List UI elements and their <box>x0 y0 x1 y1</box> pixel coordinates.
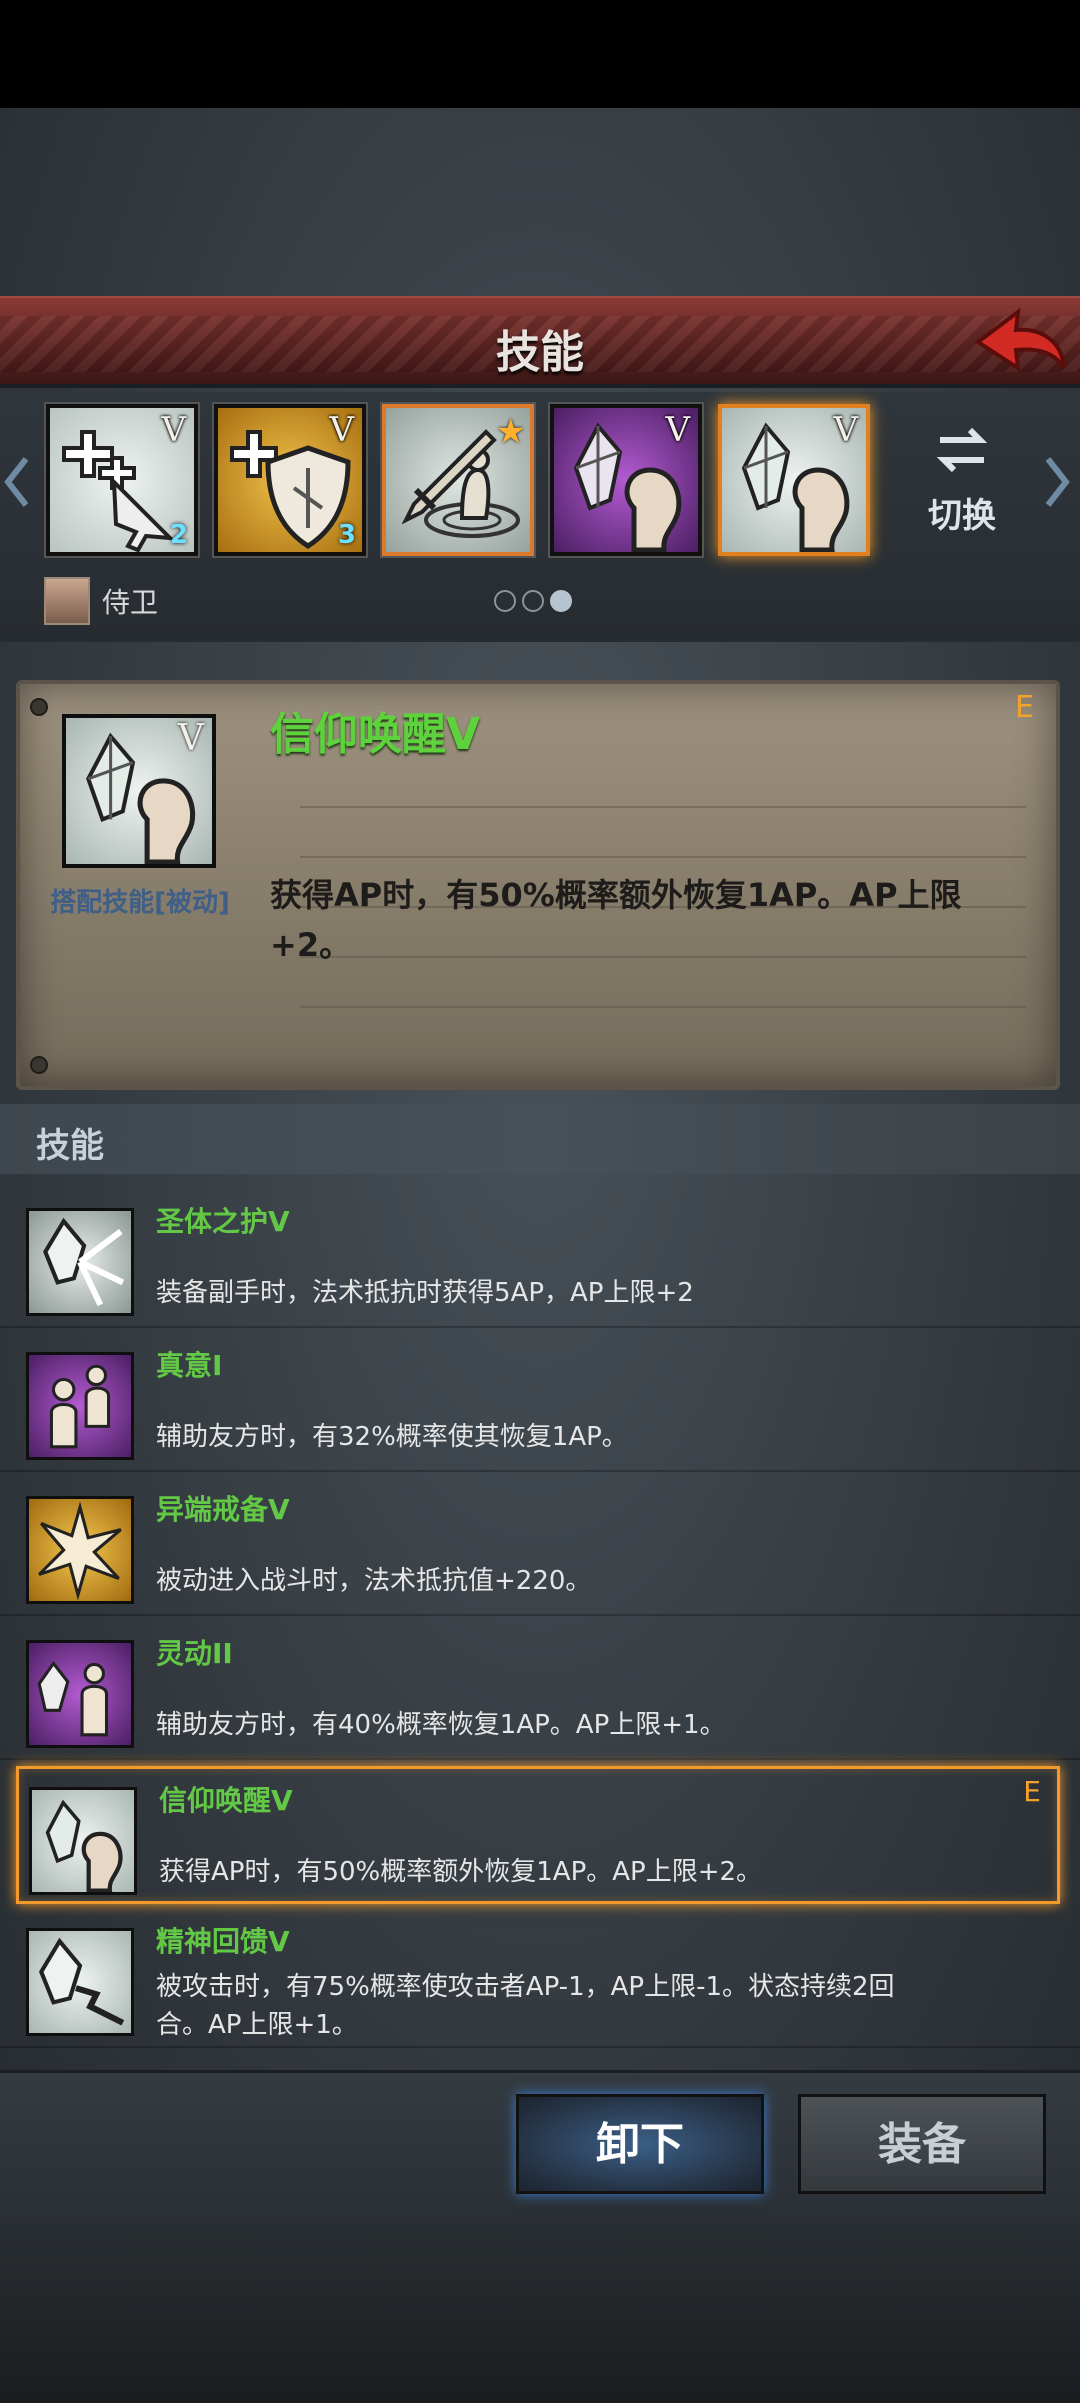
title-bar: 技能 <box>0 296 1080 388</box>
slot-tier: V <box>833 410 858 450</box>
skill-name: 圣体之护V <box>156 1205 290 1238</box>
star-icon: ★ <box>495 412 526 452</box>
skill-slot-5[interactable]: V <box>718 404 870 556</box>
skill-list[interactable]: 圣体之护V 装备副手时，法术抵抗时获得5AP，AP上限+2 真意I 辅助友方时，… <box>0 1190 1080 2050</box>
list-item[interactable]: 灵动II 辅助友方时，有40%概率恢复1AP。AP上限+1。 <box>0 1622 1080 1760</box>
chevron-right-icon[interactable] <box>1044 455 1070 509</box>
switch-button[interactable]: 切换 <box>912 420 1012 550</box>
skill-name: 真意I <box>156 1349 223 1382</box>
page-dot-active <box>550 590 572 612</box>
skill-description: 被动进入战斗时，法术抵抗值+220。 <box>156 1566 592 1596</box>
unequip-button[interactable]: 卸下 <box>516 2094 764 2194</box>
skill-slot-1[interactable]: V 2 <box>46 404 198 556</box>
burst-icon <box>26 1496 134 1604</box>
slot-tier: V <box>665 410 690 450</box>
back-arrow-icon[interactable] <box>970 302 1070 386</box>
detail-skill-icon: V <box>62 714 216 868</box>
chevron-left-icon[interactable] <box>4 455 30 509</box>
skill-description: 辅助友方时，有32%概率使其恢复1AP。 <box>156 1422 628 1452</box>
skill-name: 精神回馈V <box>156 1925 290 1958</box>
slot-gem-count: 2 <box>169 520 188 550</box>
rivet <box>30 698 48 716</box>
hero-info: 侍卫 <box>44 576 158 626</box>
list-item[interactable]: 真意I 辅助友方时，有32%概率使其恢复1AP。 <box>0 1334 1080 1472</box>
skill-slot-2[interactable]: V 3 <box>214 404 366 556</box>
list-item[interactable]: 精神回馈V 被攻击时，有75%概率使攻击者AP-1，AP上限-1。状态持续2回合… <box>0 1910 1080 2048</box>
skill-description: 被攻击时，有75%概率使攻击者AP-1，AP上限-1。状态持续2回合。AP上限+… <box>156 1972 895 2040</box>
agility-icon <box>26 1640 134 1748</box>
page-indicator <box>494 590 572 612</box>
detail-description: 获得AP时，有50%概率额外恢复1AP。AP上限+2。 <box>270 876 962 964</box>
hero-name: 侍卫 <box>102 586 159 619</box>
rivet <box>30 1056 48 1074</box>
spirit-feedback-icon <box>26 1928 134 2036</box>
skill-name: 异端戒备V <box>156 1493 290 1526</box>
skill-description: 装备副手时，法术抵抗时获得5AP，AP上限+2 <box>156 1278 694 1308</box>
skill-detail-panel: V 搭配技能[被动] 信仰唤醒V E 获得AP时，有50%概率额外恢复1AP。A… <box>16 680 1060 1090</box>
list-item-selected[interactable]: 信仰唤醒V E 获得AP时，有50%概率额外恢复1AP。AP上限+2。 <box>16 1766 1060 1904</box>
skill-description: 获得AP时，有50%概率额外恢复1AP。AP上限+2。 <box>159 1857 763 1887</box>
holy-body-icon <box>26 1208 134 1316</box>
detail-skill-name: 信仰唤醒V <box>270 709 481 760</box>
grade-badge: E <box>1015 690 1034 725</box>
status-bar-area <box>0 0 1080 108</box>
page-dot <box>522 590 544 612</box>
crystal-hand-icon <box>29 1787 137 1895</box>
switch-label: 切换 <box>928 496 996 536</box>
page-dot <box>494 590 516 612</box>
skill-slot-3[interactable]: ★ <box>382 404 534 556</box>
skill-description: 辅助友方时，有40%概率恢复1AP。AP上限+1。 <box>156 1710 726 1740</box>
slot-tier: V <box>161 410 186 450</box>
detail-tier: V <box>178 718 204 759</box>
list-item[interactable]: 异端戒备V 被动进入战斗时，法术抵抗值+220。 <box>0 1478 1080 1616</box>
skill-name: 信仰唤醒V <box>159 1784 293 1817</box>
skill-slot-4[interactable]: V <box>550 404 702 556</box>
skill-type-label: 搭配技能[被动] <box>50 888 230 918</box>
skill-name: 灵动II <box>156 1637 233 1670</box>
slot-gem-count: 3 <box>337 520 356 550</box>
avatar <box>44 577 90 625</box>
grade-badge: E <box>1023 1775 1041 1808</box>
swap-arrows-icon <box>936 427 988 473</box>
slot-tier: V <box>329 410 354 450</box>
section-title: 技能 <box>36 1126 104 1166</box>
page-title: 技能 <box>496 327 584 378</box>
allies-icon <box>26 1352 134 1460</box>
bottom-area <box>0 2215 1080 2403</box>
skill-list-header: 技能 <box>0 1104 1080 1174</box>
equip-button[interactable]: 装备 <box>798 2094 1046 2194</box>
list-item[interactable]: 圣体之护V 装备副手时，法术抵抗时获得5AP，AP上限+2 <box>0 1190 1080 1328</box>
